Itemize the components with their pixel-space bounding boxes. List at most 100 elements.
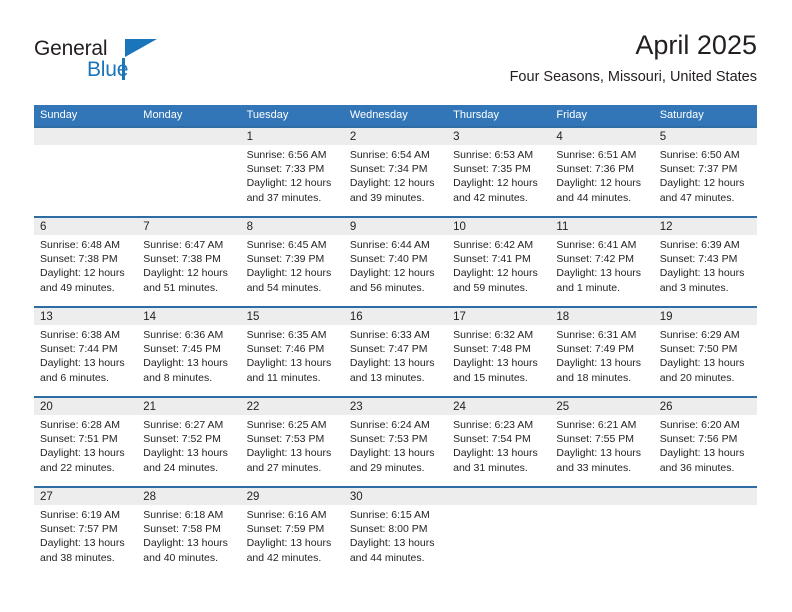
calendar-day-cell[interactable]: 17 Sunrise: 6:32 AM Sunset: 7:48 PM Dayligh… xyxy=(447,306,551,397)
day-cell-inner: 12 Sunrise: 6:39 AM Sunset: 7:43 PM Dayligh… xyxy=(653,218,757,306)
calendar-day-cell[interactable]: 21 Sunrise: 6:27 AM Sunset: 7:52 PM Dayligh… xyxy=(137,396,241,487)
calendar-day-cell[interactable]: 11 Sunrise: 6:41 AM Sunset: 7:42 PM Dayligh… xyxy=(550,216,654,307)
calendar-day-cell[interactable]: 15 Sunrise: 6:35 AM Sunset: 7:46 PM Dayligh… xyxy=(240,306,344,397)
title-block: April 2025 Four Seasons, Missouri, Unite… xyxy=(510,28,757,88)
day-detail-line: Sunrise: 6:38 AM xyxy=(40,329,120,341)
calendar-day-cell[interactable]: 4 Sunrise: 6:51 AM Sunset: 7:36 PM Daylight… xyxy=(550,126,654,217)
day-detail-line: Daylight: 12 hours xyxy=(453,177,538,190)
calendar-day-cell[interactable]: 19 Sunrise: 6:29 AM Sunset: 7:50 PM Dayligh… xyxy=(653,306,757,397)
calendar-day-cell[interactable]: 2 Sunrise: 6:54 AM Sunset: 7:34 PM Daylight… xyxy=(343,126,448,217)
day-cell-inner: 5 Sunrise: 6:50 AM Sunset: 7:37 PM Daylight… xyxy=(653,128,757,216)
calendar-day-cell[interactable]: 6 Sunrise: 6:48 AM Sunset: 7:38 PM Daylight… xyxy=(34,216,138,307)
day-number: 2 xyxy=(343,128,448,145)
calendar-day-cell[interactable]: 24 Sunrise: 6:23 AM Sunset: 7:54 PM Dayligh… xyxy=(447,396,551,487)
calendar-day-cell[interactable]: 13 Sunrise: 6:38 AM Sunset: 7:44 PM Dayligh… xyxy=(34,306,138,397)
day-detail-line: Sunrise: 6:35 AM xyxy=(246,329,327,341)
day-detail-line: Sunset: 7:49 PM xyxy=(556,343,635,356)
day-cell-inner: 1 Sunrise: 6:56 AM Sunset: 7:33 PM Daylight… xyxy=(240,128,344,216)
day-detail-line: and 20 minutes. xyxy=(659,371,735,384)
day-number: 28 xyxy=(137,488,241,505)
day-detail-line: Daylight: 13 hours xyxy=(40,447,125,460)
day-cell-inner: 18 Sunrise: 6:31 AM Sunset: 7:49 PM Dayligh… xyxy=(550,308,654,396)
calendar-empty-cell xyxy=(34,126,138,217)
day-detail-line: Daylight: 13 hours xyxy=(40,357,125,370)
day-details: Sunrise: 6:16 AM Sunset: 7:59 PM Daylight:… xyxy=(241,505,344,565)
day-detail-line: Sunrise: 6:31 AM xyxy=(556,329,637,341)
calendar-day-cell[interactable]: 1 Sunrise: 6:56 AM Sunset: 7:33 PM Daylight… xyxy=(240,126,344,217)
calendar-day-cell[interactable]: 22 Sunrise: 6:25 AM Sunset: 7:53 PM Dayligh… xyxy=(240,396,344,487)
day-details: Sunrise: 6:53 AM Sunset: 7:35 PM Daylight:… xyxy=(447,145,550,205)
day-number: 25 xyxy=(550,398,654,415)
calendar-day-cell[interactable]: 25 Sunrise: 6:21 AM Sunset: 7:55 PM Dayligh… xyxy=(550,396,654,487)
day-cell-inner: 30 Sunrise: 6:15 AM Sunset: 8:00 PM Dayligh… xyxy=(343,488,448,576)
day-detail-line: Sunset: 7:40 PM xyxy=(349,253,428,266)
day-detail-line: Sunset: 7:55 PM xyxy=(556,433,635,446)
day-detail-line: Sunrise: 6:20 AM xyxy=(659,419,740,431)
day-detail-line: and 40 minutes. xyxy=(143,551,218,564)
weekday-header-wednesday: Wednesday xyxy=(343,105,448,127)
calendar-day-cell[interactable]: 10 Sunrise: 6:42 AM Sunset: 7:41 PM Dayligh… xyxy=(447,216,551,307)
calendar-day-cell[interactable]: 29 Sunrise: 6:16 AM Sunset: 7:59 PM Dayligh… xyxy=(240,486,344,576)
day-detail-line: Sunset: 7:53 PM xyxy=(246,433,325,446)
day-detail-line: and 27 minutes. xyxy=(246,461,322,474)
calendar-day-cell[interactable]: 26 Sunrise: 6:20 AM Sunset: 7:56 PM Dayligh… xyxy=(653,396,757,487)
day-details xyxy=(137,145,240,148)
day-number: 20 xyxy=(34,398,138,415)
calendar-day-cell[interactable]: 27 Sunrise: 6:19 AM Sunset: 7:57 PM Dayligh… xyxy=(34,486,138,576)
calendar-day-cell[interactable]: 5 Sunrise: 6:50 AM Sunset: 7:37 PM Daylight… xyxy=(653,126,757,217)
day-detail-line: Sunset: 7:53 PM xyxy=(349,433,428,446)
day-cell-inner: 27 Sunrise: 6:19 AM Sunset: 7:57 PM Dayligh… xyxy=(34,488,138,576)
day-details: Sunrise: 6:50 AM Sunset: 7:37 PM Daylight:… xyxy=(654,145,757,205)
day-detail-line: Sunrise: 6:51 AM xyxy=(556,149,637,161)
day-detail-line: Daylight: 13 hours xyxy=(349,447,435,460)
calendar-day-cell[interactable]: 18 Sunrise: 6:31 AM Sunset: 7:49 PM Dayligh… xyxy=(550,306,654,397)
calendar-day-cell[interactable]: 12 Sunrise: 6:39 AM Sunset: 7:43 PM Dayligh… xyxy=(653,216,757,307)
calendar-day-cell[interactable]: 20 Sunrise: 6:28 AM Sunset: 7:51 PM Dayligh… xyxy=(34,396,138,487)
calendar-week-row: 20 Sunrise: 6:28 AM Sunset: 7:51 PM Dayligh… xyxy=(34,396,757,487)
day-number: 3 xyxy=(447,128,551,145)
day-detail-line: Daylight: 13 hours xyxy=(143,447,228,460)
calendar-day-cell[interactable]: 7 Sunrise: 6:47 AM Sunset: 7:38 PM Daylight… xyxy=(137,216,241,307)
day-detail-line: Sunset: 7:48 PM xyxy=(453,343,531,356)
calendar-day-cell[interactable]: 9 Sunrise: 6:44 AM Sunset: 7:40 PM Daylight… xyxy=(343,216,448,307)
day-detail-line: and 39 minutes. xyxy=(349,191,425,204)
day-detail-line: and 56 minutes. xyxy=(349,281,425,294)
calendar-table: Sunday Monday Tuesday Wednesday Thursday Frid… xyxy=(34,105,757,576)
day-detail-line: Daylight: 12 hours xyxy=(246,267,332,280)
day-detail-line: Sunset: 7:50 PM xyxy=(659,343,738,356)
day-details: Sunrise: 6:27 AM Sunset: 7:52 PM Daylight:… xyxy=(137,415,240,475)
day-cell-inner: 2 Sunrise: 6:54 AM Sunset: 7:34 PM Daylight… xyxy=(343,128,448,216)
day-details: Sunrise: 6:24 AM Sunset: 7:53 PM Daylight:… xyxy=(344,415,447,475)
calendar-day-cell[interactable]: 14 Sunrise: 6:36 AM Sunset: 7:45 PM Dayligh… xyxy=(137,306,241,397)
calendar-day-cell[interactable]: 8 Sunrise: 6:45 AM Sunset: 7:39 PM Daylight… xyxy=(240,216,344,307)
day-detail-line: Daylight: 13 hours xyxy=(659,267,745,280)
general-blue-logo[interactable]: General Blue xyxy=(34,36,164,88)
day-number: 15 xyxy=(240,308,344,325)
day-number: 19 xyxy=(653,308,757,325)
calendar-empty-cell xyxy=(550,486,654,576)
logo-text-blue: Blue xyxy=(87,58,129,81)
day-cell-inner: 11 Sunrise: 6:41 AM Sunset: 7:42 PM Dayligh… xyxy=(550,218,654,306)
calendar-day-cell[interactable]: 30 Sunrise: 6:15 AM Sunset: 8:00 PM Dayligh… xyxy=(343,486,448,576)
page-header: General Blue April 2025 Four Seasons, Mi… xyxy=(34,28,757,98)
day-detail-line: and 13 minutes. xyxy=(349,371,425,384)
day-detail-line: Sunrise: 6:33 AM xyxy=(349,329,430,341)
day-detail-line: Daylight: 13 hours xyxy=(659,357,745,370)
calendar-day-cell[interactable]: 23 Sunrise: 6:24 AM Sunset: 7:53 PM Dayligh… xyxy=(343,396,448,487)
calendar-day-cell[interactable]: 3 Sunrise: 6:53 AM Sunset: 7:35 PM Daylight… xyxy=(447,126,551,217)
calendar-page: General Blue April 2025 Four Seasons, Mi… xyxy=(0,0,792,612)
day-detail-line: Sunrise: 6:15 AM xyxy=(349,509,430,521)
day-detail-line: Daylight: 13 hours xyxy=(556,447,642,460)
calendar-day-cell[interactable]: 16 Sunrise: 6:33 AM Sunset: 7:47 PM Dayligh… xyxy=(343,306,448,397)
day-detail-line: and 47 minutes. xyxy=(659,191,735,204)
day-detail-line: Daylight: 12 hours xyxy=(143,267,228,280)
day-cell-inner: 28 Sunrise: 6:18 AM Sunset: 7:58 PM Dayligh… xyxy=(137,488,241,576)
day-detail-line: Sunset: 8:00 PM xyxy=(349,523,428,536)
day-detail-line: Sunset: 7:37 PM xyxy=(659,163,738,176)
day-cell-inner: 17 Sunrise: 6:32 AM Sunset: 7:48 PM Dayligh… xyxy=(447,308,551,396)
day-number xyxy=(550,488,654,505)
day-number: 30 xyxy=(343,488,448,505)
day-detail-line: and 37 minutes. xyxy=(246,191,322,204)
day-detail-line: and 42 minutes. xyxy=(246,551,322,564)
calendar-day-cell[interactable]: 28 Sunrise: 6:18 AM Sunset: 7:58 PM Dayligh… xyxy=(137,486,241,576)
